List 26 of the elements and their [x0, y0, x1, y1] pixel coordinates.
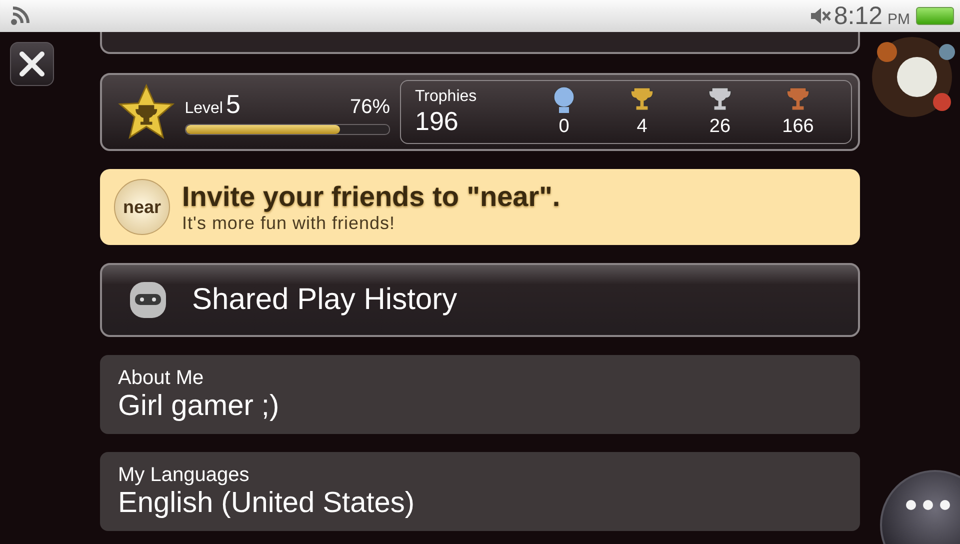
close-button[interactable]	[10, 42, 54, 86]
trophy-count: 4	[636, 116, 648, 138]
level-percent: 76%	[350, 96, 390, 119]
field-label: My Languages	[118, 464, 250, 486]
field-value: Girl gamer ;)	[118, 390, 280, 422]
helmet-icon	[128, 280, 168, 320]
invite-subtitle: It's more fun with friends!	[182, 212, 396, 234]
trophies-total: 196	[415, 106, 460, 136]
trophy-count: 26	[709, 116, 731, 138]
level-number: 5	[226, 89, 240, 120]
trophies-label: Trophies	[415, 88, 478, 106]
trophy-count: 166	[782, 116, 814, 138]
field-value: English (United States)	[118, 486, 416, 520]
star-trophy-icon	[118, 83, 175, 141]
app-icon: near	[114, 179, 170, 235]
invite-title: Invite your friends to "near".	[182, 180, 560, 212]
shared-play-history-button[interactable]: Shared Play History	[100, 263, 860, 337]
invite-banner[interactable]: near Invite your friends to "near". It's more fun with friends!	[100, 169, 860, 245]
clock-meridiem: PM	[888, 10, 910, 28]
clock-time: 8:12	[834, 2, 882, 30]
trophy-count: 0	[558, 116, 570, 138]
level-label: Level	[184, 100, 223, 118]
battery-icon	[916, 7, 954, 25]
broadcast-icon	[10, 6, 32, 26]
close-icon	[17, 49, 47, 79]
field-label: About Me	[118, 366, 205, 390]
